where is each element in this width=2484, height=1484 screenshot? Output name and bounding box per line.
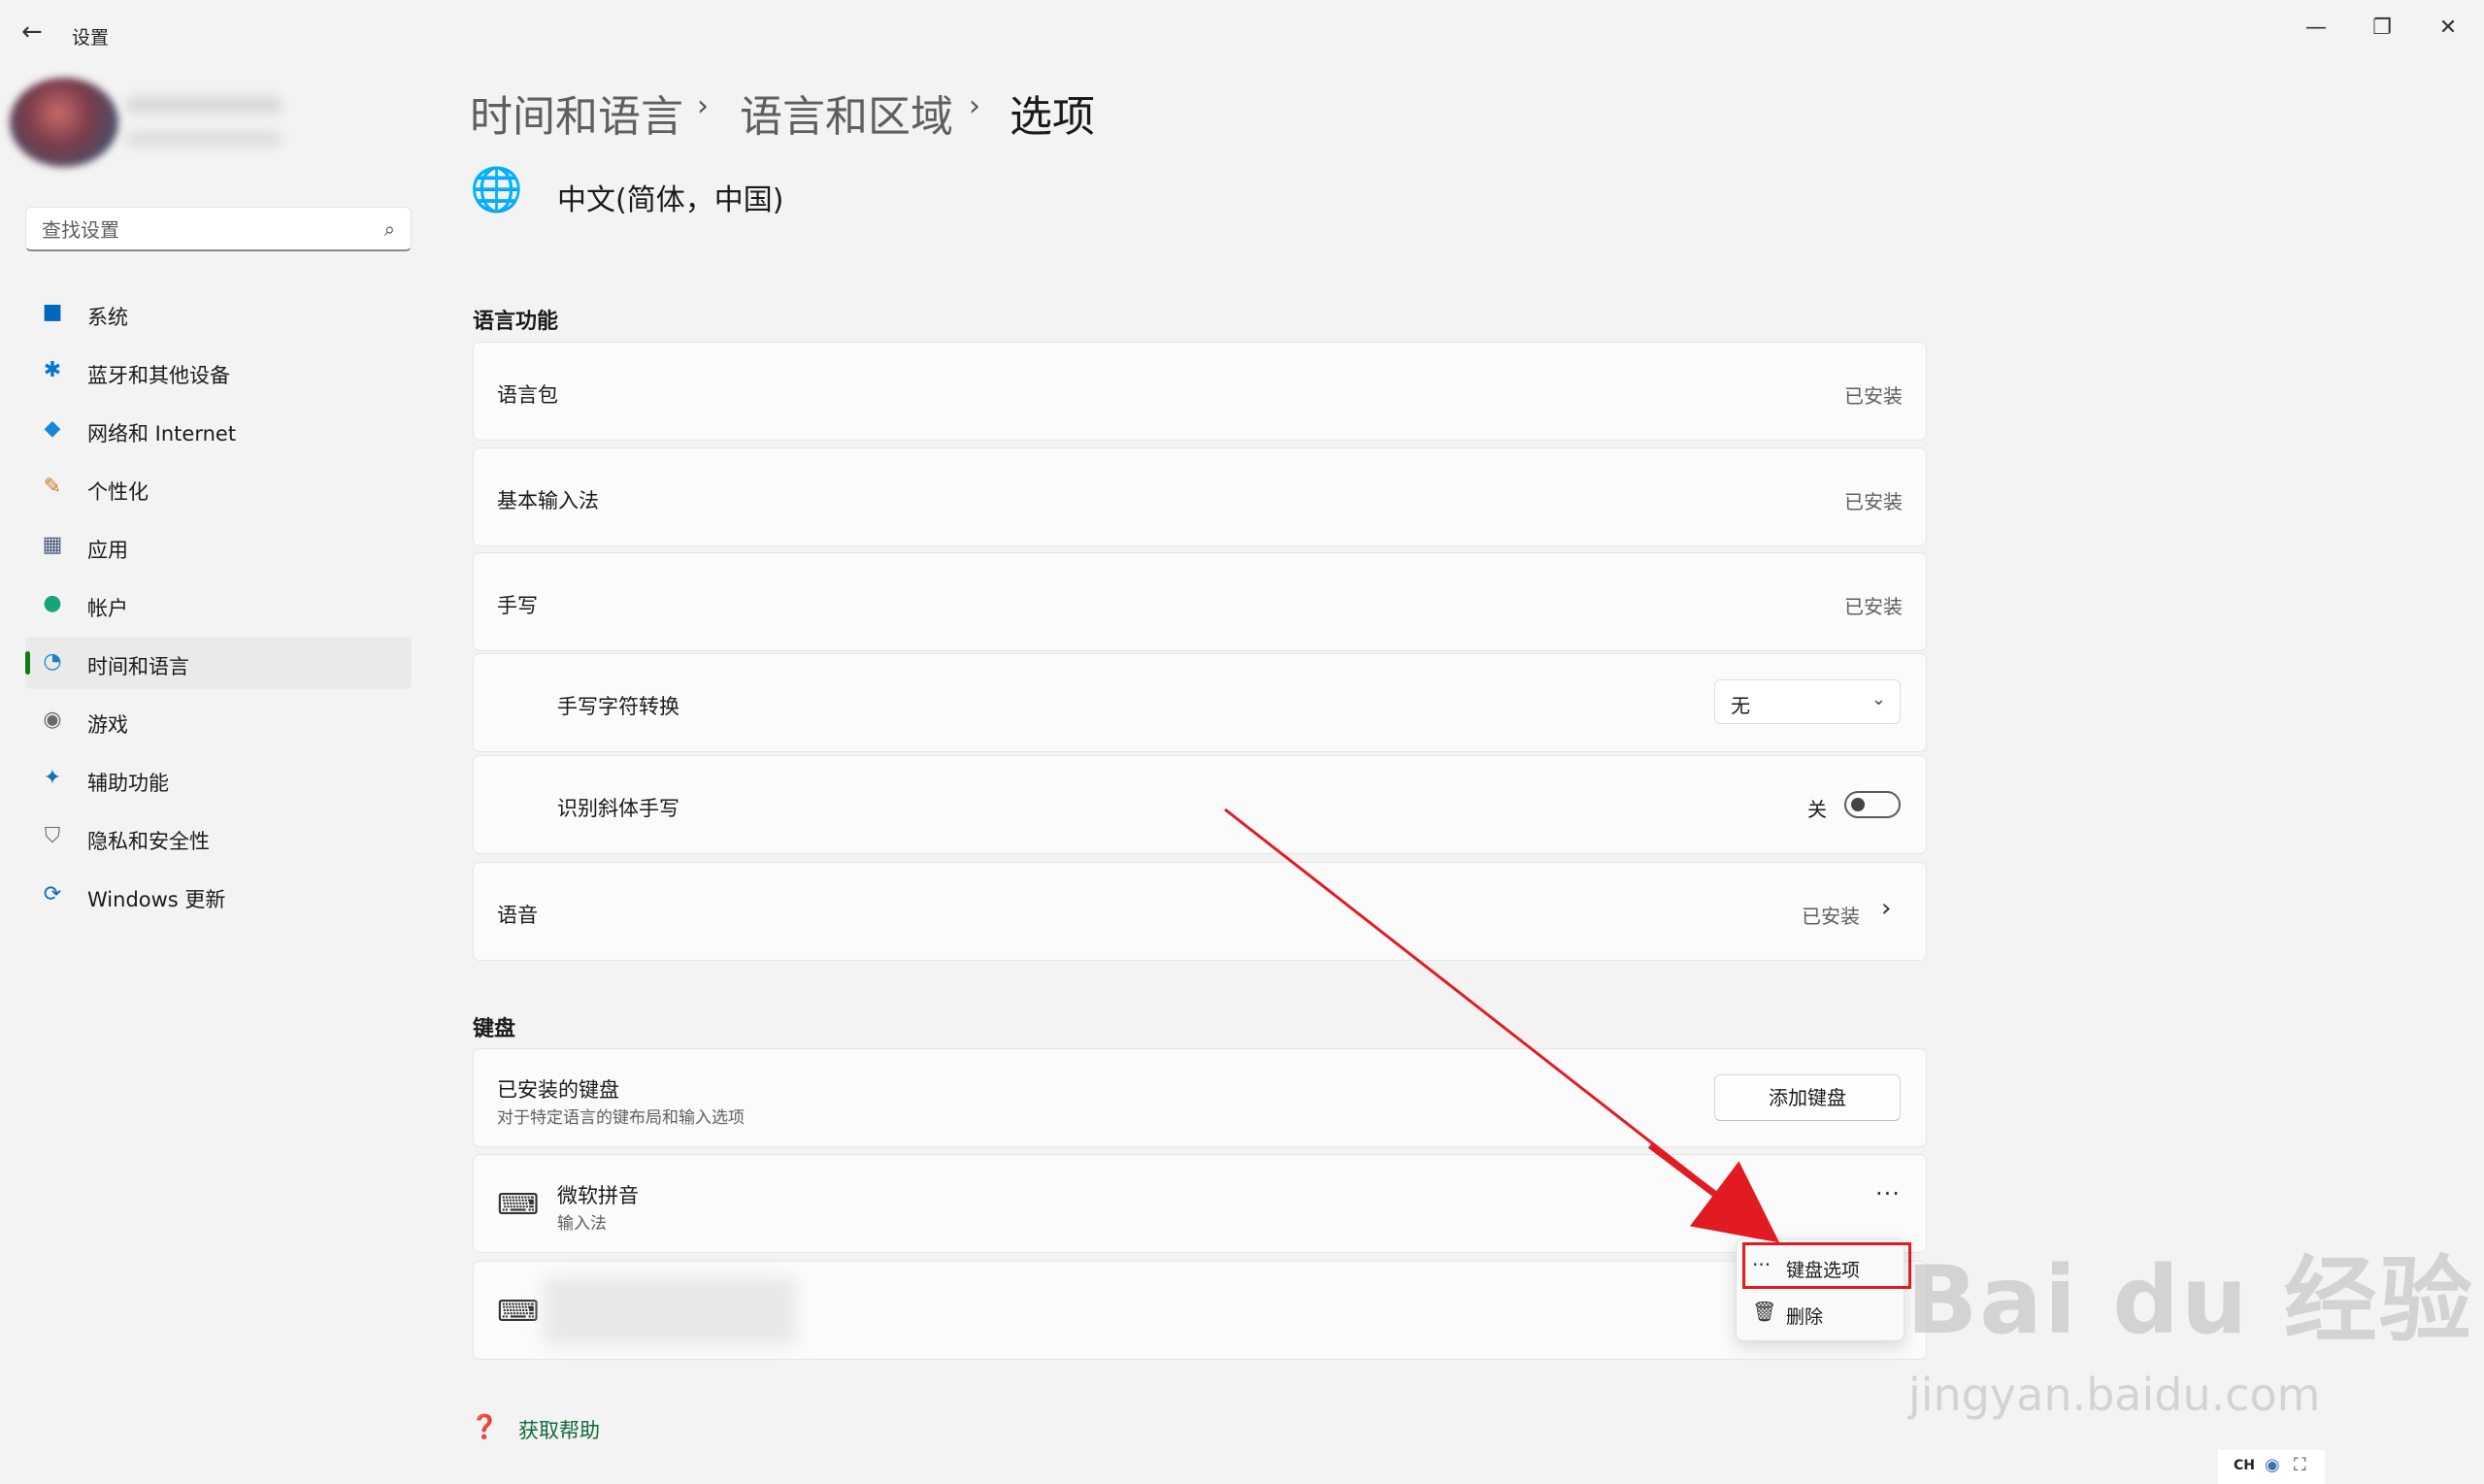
arrow-head: [1647, 1142, 1780, 1243]
ime-icon[interactable]: ◉: [2265, 1455, 2280, 1475]
help-icon: ❓: [470, 1413, 499, 1440]
watermark-url: jingyan.baidu.com: [1908, 1369, 2321, 1421]
input-language-indicator[interactable]: CH: [2234, 1458, 2255, 1473]
watermark-logo: Bai du 经验: [1906, 1246, 2474, 1355]
system-tray: CH ◉ ⛶: [2218, 1450, 2325, 1484]
screenshot-icon[interactable]: ⛶: [2294, 1455, 2306, 1475]
get-help-link[interactable]: 获取帮助: [518, 1415, 600, 1444]
